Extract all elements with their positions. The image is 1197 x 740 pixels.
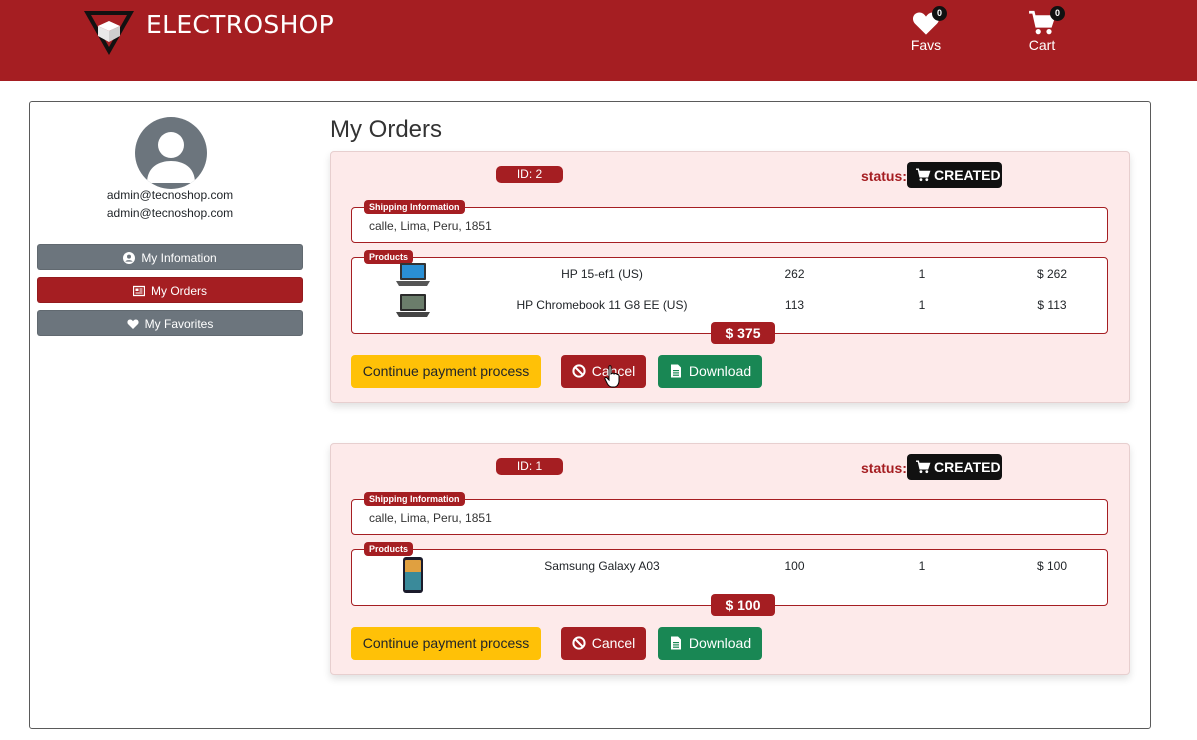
cancel-label: Cancel [591,363,636,379]
heart-icon [127,319,139,329]
status-label: status: [861,168,907,184]
product-qty: 1 [918,298,926,312]
shipping-info-tag: Shipping Information [364,492,465,506]
user-email-secondary: admin@tecnoshop.com [106,206,234,220]
order-total-badge: $ 100 [711,594,775,616]
product-total: $ 100 [1036,559,1068,573]
navbar: ELECTROSHOP 0 Favs 0 Cart [0,0,1197,81]
file-download-icon [670,364,681,378]
avatar [135,117,207,189]
brand-name[interactable]: ELECTROSHOP [146,10,334,39]
cart-count-badge: 0 [1050,6,1065,21]
continue-payment-button[interactable]: Continue payment process [351,355,541,388]
product-total: $ 113 [1037,298,1067,312]
cart-label: Cart [1028,37,1056,53]
status-label: status: [861,460,907,476]
product-row: HP 15-ef1 (US) 262 1 $ 262 [352,260,1109,290]
product-name: Samsung Galaxy A03 [544,559,660,573]
cancel-order-button[interactable]: Cancel [561,355,646,388]
order-card: ID: 2 status: CREATED Shipping Informati… [330,151,1130,403]
nav-cart[interactable]: 0 Cart [1012,6,1072,58]
sidebar-item-my-information[interactable]: My Infomation [37,244,303,270]
laptop-icon [396,263,430,286]
download-button[interactable]: Download [658,627,762,660]
product-name: HP Chromebook 11 G8 EE (US) [516,298,688,312]
user-circle-icon [123,252,136,264]
sidebar-item-label: My Orders [150,284,207,298]
shipping-info-box: Shipping Information calle, Lima, Peru, … [351,492,1108,535]
page-title: My Orders [330,116,443,143]
user-silhouette-icon [147,132,195,183]
sidebar-item-my-favorites[interactable]: My Favorites [37,310,303,336]
user-email: admin@tecnoshop.com [106,188,234,202]
favs-label: Favs [910,37,942,53]
order-card: ID: 1 status: CREATED Shipping Informati… [330,443,1130,675]
shipping-info-box: Shipping Information calle, Lima, Peru, … [351,200,1108,243]
product-price: 262 [784,267,805,281]
product-qty: 1 [918,267,926,281]
product-price: 113 [784,298,805,312]
phone-icon [403,557,423,593]
shipping-address: calle, Lima, Peru, 1851 [369,511,492,525]
ban-icon [572,636,586,650]
shipping-address: calle, Lima, Peru, 1851 [369,219,492,233]
order-id-badge: ID: 2 [496,166,563,183]
brand-logo-icon[interactable] [82,9,136,57]
cancel-order-button[interactable]: Cancel [561,627,646,660]
orders-list-icon [132,285,146,297]
sidebar-item-my-orders[interactable]: My Orders [37,277,303,303]
product-name: HP 15-ef1 (US) [561,267,643,281]
download-button[interactable]: Download [658,355,762,388]
account-panel: admin@tecnoshop.com admin@tecnoshop.com … [29,101,1151,729]
download-label: Download [688,363,752,379]
product-qty: 1 [918,559,926,573]
order-total-badge: $ 375 [711,322,775,344]
shipping-info-tag: Shipping Information [364,200,465,214]
status-text: CREATED [934,459,1001,475]
status-text: CREATED [934,167,1001,183]
product-total: $ 262 [1036,267,1068,281]
product-price: 100 [784,559,805,573]
favs-count-badge: 0 [932,6,947,21]
file-download-icon [670,636,681,650]
chromebook-icon [396,294,430,317]
sidebar-item-label: My Infomation [141,251,217,265]
download-label: Download [688,635,752,651]
order-id-badge: ID: 1 [496,458,563,475]
ban-icon [572,364,586,378]
cart-icon [916,460,931,474]
nav-favs[interactable]: 0 Favs [896,6,956,58]
status-badge: CREATED [907,162,1002,188]
continue-payment-button[interactable]: Continue payment process [351,627,541,660]
product-row: HP Chromebook 11 G8 EE (US) 113 1 $ 113 [352,291,1109,321]
cart-icon [916,168,931,182]
cancel-label: Cancel [591,635,636,651]
product-row: Samsung Galaxy A03 100 1 $ 100 [352,552,1109,593]
sidebar-item-label: My Favorites [144,317,214,331]
status-badge: CREATED [907,454,1002,480]
